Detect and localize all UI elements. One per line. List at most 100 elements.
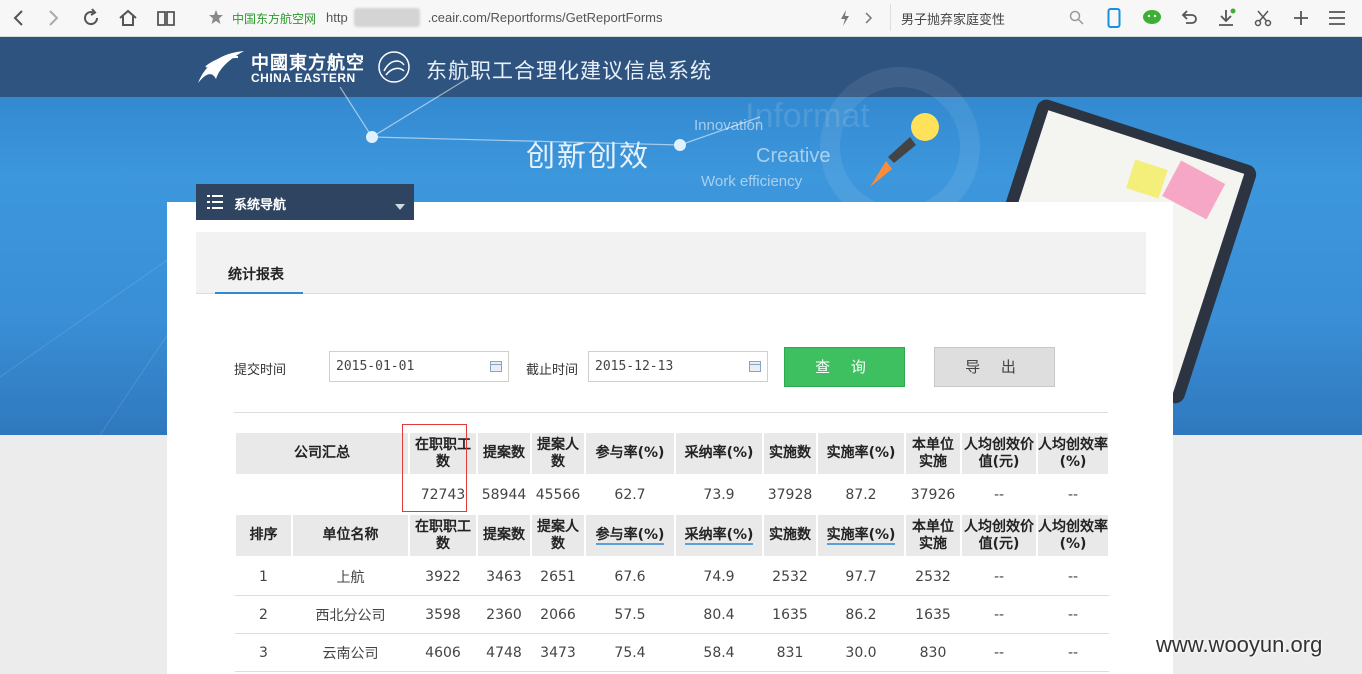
sort-adoption-rate[interactable]: 采纳率(%) (674, 513, 764, 558)
table-cell: 86.2 (817, 595, 905, 634)
table-cell: 62.7 (614, 487, 646, 503)
reading-mode-icon[interactable] (154, 7, 178, 29)
table-cell: 37928 (767, 487, 813, 503)
table-cell: 58944 (481, 487, 527, 503)
header-rank: 排序 (234, 513, 293, 558)
bookmark-star-icon[interactable] (208, 9, 224, 29)
header-implemented-count: 实施数 (762, 431, 818, 476)
table-cell: 2651 (531, 557, 585, 596)
search-box[interactable]: 男子抛弃家庭变性 (890, 4, 1091, 31)
header-unit-implemented: 本单位实施 (904, 513, 962, 558)
chevron-right-icon[interactable] (862, 7, 876, 29)
header-proposer-count: 提案人数 (530, 513, 586, 558)
table-cell: -- (961, 633, 1037, 672)
header-proposal-count: 提案数 (476, 431, 532, 476)
header-participation-rate: 参与率(%) (584, 431, 676, 476)
header-per-capita-value: 人均创效价值(元) (960, 513, 1038, 558)
header-implementation-rate: 实施率(%) (816, 431, 906, 476)
table-cell: 3598 (409, 595, 477, 634)
header-adoption-rate: 采纳率(%) (674, 431, 764, 476)
table-cell: 73.9 (703, 487, 735, 503)
back-icon[interactable] (8, 7, 28, 29)
china-eastern-logo-icon (196, 49, 246, 89)
table-cell: 2532 (905, 557, 961, 596)
header-proposal-count: 提案数 (476, 513, 532, 558)
table-cell: 831 (763, 633, 817, 672)
header-unit-implemented: 本单位实施 (904, 431, 962, 476)
banner-word-information: Informat (745, 97, 870, 135)
banner-word-innovation: Innovation (694, 117, 764, 134)
end-date-label: 截止时间 (526, 363, 579, 378)
summary-header-row: 公司汇总 在职职工数 提案数 提案人数 参与率(%) 采纳率(%) 实施数 实施… (234, 431, 1110, 476)
table-cell (235, 475, 409, 514)
header-per-capita-rate: 人均创效率(%) (1036, 513, 1110, 558)
menu-icon[interactable] (1326, 7, 1348, 29)
detail-table: 排序 单位名称 在职职工数 提案数 提案人数 参与率(%) 采纳率(%) 实施数… (234, 513, 1110, 672)
sort-implementation-rate[interactable]: 实施率(%) (816, 513, 906, 558)
table-cell: -- (1037, 633, 1109, 672)
table-cell: 2532 (763, 557, 817, 596)
header-implemented-count: 实施数 (762, 513, 818, 558)
calendar-icon[interactable] (490, 361, 502, 372)
table-cell: 58.4 (675, 633, 763, 672)
phone-icon[interactable] (1104, 7, 1124, 29)
download-icon[interactable] (1214, 7, 1238, 29)
calendar-icon[interactable] (749, 361, 761, 372)
table-cell: 4606 (409, 633, 477, 672)
list-icon (207, 195, 223, 213)
table-cell: 75.4 (585, 633, 675, 672)
header-staff-count: 在职职工数 (408, 513, 478, 558)
header-unit-name: 单位名称 (291, 513, 410, 558)
caret-down-icon[interactable] (395, 199, 405, 214)
tab-statistics-report[interactable]: 统计报表 (215, 262, 303, 294)
banner-slogan: 创新创效 (526, 139, 651, 173)
table-cell: 3922 (409, 557, 477, 596)
table-cell: 2 (235, 595, 292, 634)
summary-row: 72743 58944 45566 62.7 73.9 37928 87.2 3… (235, 475, 1109, 514)
start-date-input[interactable] (334, 358, 488, 375)
detail-header-row: 排序 单位名称 在职职工数 提案数 提案人数 参与率(%) 采纳率(%) 实施数… (234, 513, 1110, 558)
new-tab-plus-icon[interactable] (1290, 7, 1312, 29)
header-per-capita-rate: 人均创效率(%) (1036, 431, 1110, 476)
search-input[interactable]: 男子抛弃家庭变性 (901, 9, 1005, 28)
undo-icon[interactable] (1178, 7, 1200, 29)
banner-word-work-efficiency: Work efficiency (701, 173, 803, 190)
table-cell: 97.7 (817, 557, 905, 596)
summary-table: 公司汇总 在职职工数 提案数 提案人数 参与率(%) 采纳率(%) 实施数 实施… (234, 431, 1110, 514)
tab-bar: 统计报表 (196, 232, 1146, 294)
table-cell: 1635 (763, 595, 817, 634)
table-cell: 2066 (531, 595, 585, 634)
start-date-label: 提交时间 (234, 363, 287, 378)
scissors-icon[interactable] (1252, 7, 1274, 29)
header-proposer-count: 提案人数 (530, 431, 586, 476)
end-date-field[interactable] (588, 351, 768, 382)
logo-english-text: CHINA EASTERN (251, 71, 356, 85)
sort-participation-rate[interactable]: 参与率(%) (584, 513, 676, 558)
header-company-summary: 公司汇总 (234, 431, 410, 476)
table-cell: 4748 (477, 633, 531, 672)
end-date-input[interactable] (593, 358, 747, 375)
browser-toolbar: 中国东方航空网 http .ceair.com/Reportforms/GetRe… (0, 0, 1362, 37)
start-date-field[interactable] (329, 351, 509, 382)
forward-icon[interactable] (44, 7, 64, 29)
query-button[interactable]: 查 询 (784, 347, 905, 387)
table-cell: 3463 (477, 557, 531, 596)
wechat-icon[interactable] (1140, 7, 1164, 29)
divider (234, 412, 1108, 413)
reload-icon[interactable] (80, 7, 102, 29)
table-cell: 3 (235, 633, 292, 672)
skyteam-logo-icon (374, 49, 414, 89)
nav-label: 系统导航 (234, 198, 287, 213)
lightning-icon[interactable] (838, 7, 852, 29)
table-cell: 830 (905, 633, 961, 672)
export-button[interactable]: 导 出 (934, 347, 1055, 387)
search-icon[interactable] (1069, 10, 1084, 29)
table-cell: 云南公司 (292, 633, 409, 672)
table-cell: 3473 (531, 633, 585, 672)
table-row: 1 上航 3922 3463 2651 67.6 74.9 2532 97.7 … (235, 557, 1109, 596)
table-cell: 74.9 (675, 557, 763, 596)
tab-label: 统计报表 (228, 267, 284, 283)
url-redaction (354, 8, 420, 27)
system-navigation-dropdown[interactable]: 系统导航 (196, 184, 414, 220)
home-icon[interactable] (116, 7, 140, 29)
